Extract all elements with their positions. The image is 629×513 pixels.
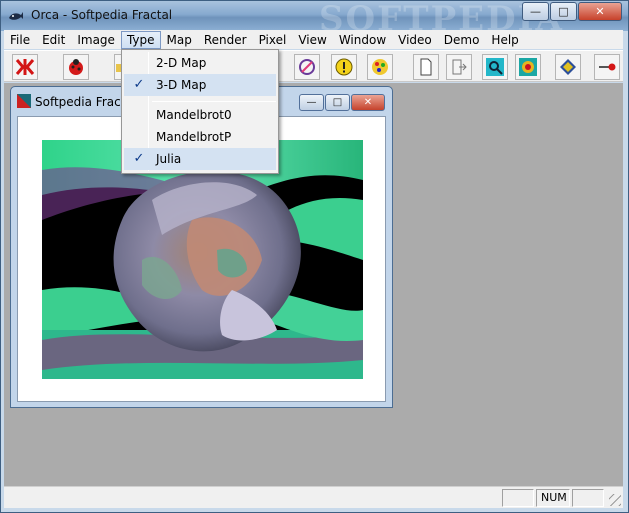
pointer-icon[interactable] <box>594 54 620 80</box>
menu-option-label: 2-D Map <box>156 56 207 70</box>
fractal-doc-icon[interactable] <box>17 94 31 108</box>
menu-separator <box>152 101 276 102</box>
menu-option-label: Mandelbrot0 <box>156 108 232 122</box>
color-wheel-icon[interactable] <box>515 54 541 80</box>
pen-icon[interactable] <box>294 54 320 80</box>
menu-option-label: MandelbrotP <box>156 130 232 144</box>
ladybug-icon[interactable] <box>63 54 89 80</box>
menu-help[interactable]: Help <box>485 31 524 49</box>
status-cell-blank-2 <box>572 489 604 507</box>
menu-view[interactable]: View <box>292 31 332 49</box>
palette-icon[interactable] <box>367 54 393 80</box>
checkmark-icon: ✓ <box>133 151 145 166</box>
menu-render[interactable]: Render <box>198 31 253 49</box>
alert-icon[interactable] <box>331 54 357 80</box>
close-button[interactable]: ✕ <box>578 2 622 21</box>
new-document-icon[interactable] <box>413 54 439 80</box>
type-menu-dropdown: 2-D Map ✓ 3-D Map Mandelbrot0 Mandelbrot… <box>121 49 279 174</box>
diamond-icon[interactable] <box>555 54 581 80</box>
menu-pixel[interactable]: Pixel <box>253 31 293 49</box>
fractal-red-icon[interactable] <box>12 54 38 80</box>
minimize-button[interactable]: — <box>522 2 549 21</box>
window-controls: — □ ✕ <box>521 2 622 21</box>
fractal-render-image[interactable] <box>42 140 363 379</box>
menu-video[interactable]: Video <box>392 31 438 49</box>
menu-option-label: Julia <box>156 152 182 166</box>
menu-map[interactable]: Map <box>161 31 198 49</box>
child-close-button[interactable]: ✕ <box>351 94 385 111</box>
zoom-icon[interactable] <box>482 54 508 80</box>
toolbar <box>4 50 623 82</box>
menu-option-mandelbrot0[interactable]: Mandelbrot0 <box>124 104 276 126</box>
exit-door-icon[interactable] <box>446 54 472 80</box>
checkmark-icon: ✓ <box>133 77 145 92</box>
menu-bar: File Edit Image Type Map Render Pixel Vi… <box>4 30 623 49</box>
menu-edit[interactable]: Edit <box>36 31 71 49</box>
menu-option-label: 3-D Map <box>156 78 207 92</box>
orca-whale-icon[interactable] <box>8 8 24 24</box>
status-bar: NUM <box>4 486 623 508</box>
menu-option-julia[interactable]: ✓ Julia <box>124 148 276 170</box>
resize-grip-icon[interactable] <box>609 494 621 506</box>
window-title: Orca - Softpedia Fractal <box>31 8 173 22</box>
child-window-controls: — □ ✕ <box>298 94 385 111</box>
child-maximize-button[interactable]: □ <box>325 94 350 111</box>
status-cell-blank <box>502 489 534 507</box>
menu-option-mandelbrotp[interactable]: MandelbrotP <box>124 126 276 148</box>
menu-file[interactable]: File <box>4 31 36 49</box>
menu-demo[interactable]: Demo <box>438 31 486 49</box>
maximize-button[interactable]: □ <box>550 2 577 21</box>
menu-window[interactable]: Window <box>333 31 392 49</box>
title-bar[interactable]: SOFTPEDIA Orca - Softpedia Fractal — □ ✕ <box>1 0 628 39</box>
menu-option-2d-map[interactable]: 2-D Map <box>124 52 276 74</box>
menu-image[interactable]: Image <box>71 31 121 49</box>
menu-type[interactable]: Type <box>120 30 161 49</box>
status-cell-num: NUM <box>536 489 570 507</box>
child-minimize-button[interactable]: — <box>299 94 324 111</box>
menu-option-3d-map[interactable]: ✓ 3-D Map <box>124 74 276 96</box>
